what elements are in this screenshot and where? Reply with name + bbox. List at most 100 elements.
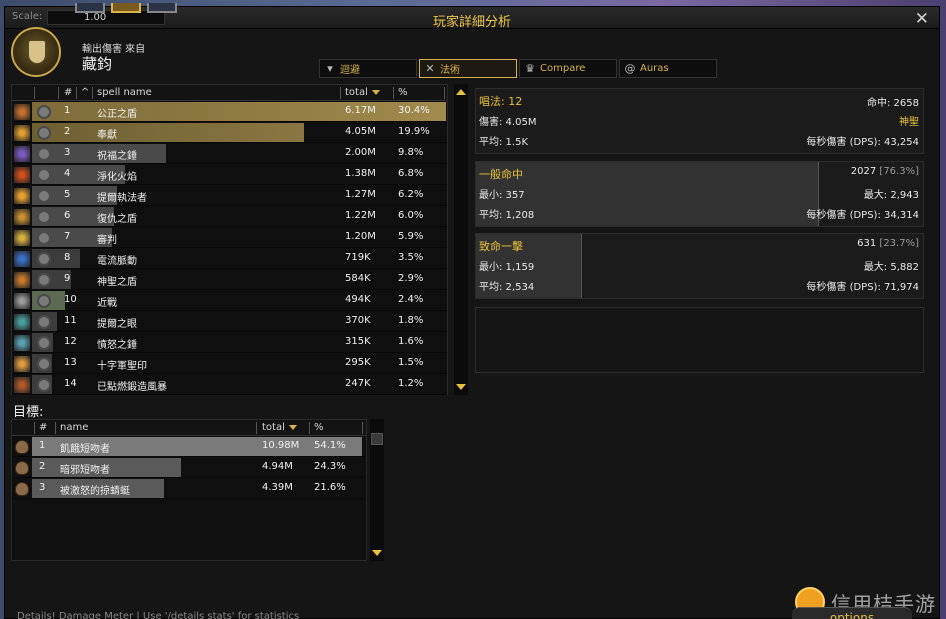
- gear-icon[interactable]: [37, 147, 51, 161]
- spell-percent: 30.4%: [398, 105, 430, 116]
- tab-compare[interactable]: ♛ Compare: [519, 59, 617, 78]
- spell-percent: 5.9%: [398, 231, 424, 242]
- col-total-header[interactable]: total: [345, 87, 380, 98]
- col-target-name-header[interactable]: name: [60, 422, 88, 433]
- column-divider: [362, 422, 363, 434]
- target-total: 4.94M: [262, 461, 293, 472]
- spell-icon: [13, 229, 31, 247]
- gear-icon[interactable]: [37, 126, 51, 140]
- target-index: 2: [39, 461, 46, 472]
- options-button[interactable]: options: [792, 607, 912, 619]
- col-index-header[interactable]: #: [64, 87, 72, 98]
- spell-name: 十字軍聖印: [97, 361, 147, 372]
- damage-total: 傷害: 4.05M: [479, 117, 537, 128]
- spell-row[interactable]: 14 已點燃鍛造風暴 247K 1.2%: [12, 375, 447, 395]
- title-bar[interactable]: Scale: 1.00 玩家詳細分析 ✕: [5, 3, 939, 30]
- spell-row[interactable]: 6 復仇之盾 1.22M 6.0%: [12, 207, 447, 227]
- critical-hits-count: 631 [23.7%]: [857, 238, 919, 249]
- hits-count: 命中: 2658: [867, 98, 919, 109]
- casts-count: 唱法: 12: [479, 95, 523, 108]
- spell-row[interactable]: 1 公正之盾 6.17M 30.4%: [12, 102, 447, 122]
- spell-icon: [13, 313, 31, 331]
- target-name: 被激怒的掠蜻蜓: [60, 486, 130, 497]
- spell-percent: 6.2%: [398, 189, 424, 200]
- normal-hits-panel: 一般命中 2027 [76.3%] 最小: 357 最大: 2,943 平均: …: [475, 161, 924, 227]
- tab-auras[interactable]: @ Auras: [619, 59, 717, 78]
- col-pct-header[interactable]: %: [314, 422, 324, 433]
- col-index-header[interactable]: #: [39, 422, 47, 433]
- crossed-swords-icon: ✕: [425, 61, 435, 75]
- scroll-down-icon[interactable]: [372, 550, 382, 556]
- spell-total: 6.17M: [345, 105, 376, 116]
- scroll-down-icon[interactable]: [456, 384, 466, 390]
- target-row[interactable]: 1 飢餓短吻者 10.98M 54.1%: [12, 437, 366, 457]
- spell-total: 1.38M: [345, 168, 376, 179]
- spell-row[interactable]: 3 祝福之錘 2.00M 9.8%: [12, 144, 447, 164]
- spell-icon: [13, 292, 31, 310]
- spell-row[interactable]: 9 神聖之盾 584K 2.9%: [12, 270, 447, 290]
- spell-icon: [13, 103, 31, 121]
- spell-total: 370K: [345, 315, 371, 326]
- spell-name: 祝福之錘: [97, 151, 137, 162]
- scroll-thumb[interactable]: [371, 433, 383, 445]
- gear-icon[interactable]: [37, 231, 51, 245]
- critical-hits-average: 平均: 2,534: [479, 282, 535, 293]
- targets-table-header: # name total %: [12, 420, 366, 436]
- col-caret-header[interactable]: ^: [81, 87, 89, 98]
- col-pct-header[interactable]: %: [398, 87, 408, 98]
- paladin-class-icon: [11, 27, 61, 77]
- spell-scrollbar[interactable]: [454, 84, 468, 395]
- spell-name: 提爾執法者: [97, 193, 147, 204]
- spell-table-header: # ^ spell name total %: [12, 85, 447, 101]
- spell-icon: [13, 124, 31, 142]
- spell-index: 10: [64, 294, 77, 305]
- target-index: 1: [39, 440, 46, 451]
- column-divider: [444, 87, 445, 99]
- normal-hits-count: 2027 [76.3%]: [850, 166, 919, 177]
- close-icon[interactable]: ✕: [915, 9, 929, 29]
- tab-avoidance[interactable]: ▾ 迴避: [319, 59, 417, 78]
- gear-icon[interactable]: [37, 336, 51, 350]
- normal-hits-average: 平均: 1,208: [479, 210, 535, 221]
- spell-total: 295K: [345, 357, 371, 368]
- gear-icon[interactable]: [37, 189, 51, 203]
- scroll-up-icon[interactable]: [456, 89, 466, 95]
- gear-icon[interactable]: [37, 105, 51, 119]
- target-row[interactable]: 3 被激怒的掠蜻蜓 4.39M 21.6%: [12, 479, 366, 499]
- col-total-header[interactable]: total: [262, 422, 297, 433]
- column-divider: [256, 422, 257, 434]
- column-divider: [55, 422, 56, 434]
- gear-icon[interactable]: [37, 294, 51, 308]
- spell-index: 14: [64, 378, 77, 389]
- spell-index: 2: [64, 126, 71, 137]
- gear-icon[interactable]: [37, 168, 51, 182]
- spell-name: 淨化火焰: [97, 172, 137, 183]
- gear-icon[interactable]: [37, 315, 51, 329]
- spell-icon: [13, 355, 31, 373]
- spell-row[interactable]: 12 憤怒之錘 315K 1.6%: [12, 333, 447, 353]
- normal-hits-title: 一般命中: [479, 168, 523, 181]
- spell-name: 憤怒之錘: [97, 340, 137, 351]
- skull-icon: [15, 461, 29, 475]
- gear-icon[interactable]: [37, 273, 51, 287]
- spell-row[interactable]: 13 十字軍聖印 295K 1.5%: [12, 354, 447, 374]
- targets-scrollbar[interactable]: [370, 419, 384, 561]
- gear-icon[interactable]: [37, 378, 51, 392]
- gear-icon[interactable]: [37, 357, 51, 371]
- tab-spells[interactable]: ✕ 法術: [419, 59, 517, 78]
- gear-icon[interactable]: [37, 210, 51, 224]
- spell-row[interactable]: 8 電流脈動 719K 3.5%: [12, 249, 447, 269]
- sort-desc-icon: [288, 424, 297, 430]
- spell-row[interactable]: 2 奉獻 4.05M 19.9%: [12, 123, 447, 143]
- gear-icon[interactable]: [37, 252, 51, 266]
- spell-icon: [13, 271, 31, 289]
- spell-row[interactable]: 11 提爾之眼 370K 1.8%: [12, 312, 447, 332]
- spell-row[interactable]: 4 淨化火焰 1.38M 6.8%: [12, 165, 447, 185]
- spell-row[interactable]: 10 近戰 494K 2.4%: [12, 291, 447, 311]
- spell-percent: 2.9%: [398, 273, 424, 284]
- target-row[interactable]: 2 暗邪短吻者 4.94M 24.3%: [12, 458, 366, 478]
- col-spell-name-header[interactable]: spell name: [97, 87, 152, 98]
- spell-row[interactable]: 5 提爾執法者 1.27M 6.2%: [12, 186, 447, 206]
- target-percent: 24.3%: [314, 461, 346, 472]
- spell-row[interactable]: 7 審判 1.20M 5.9%: [12, 228, 447, 248]
